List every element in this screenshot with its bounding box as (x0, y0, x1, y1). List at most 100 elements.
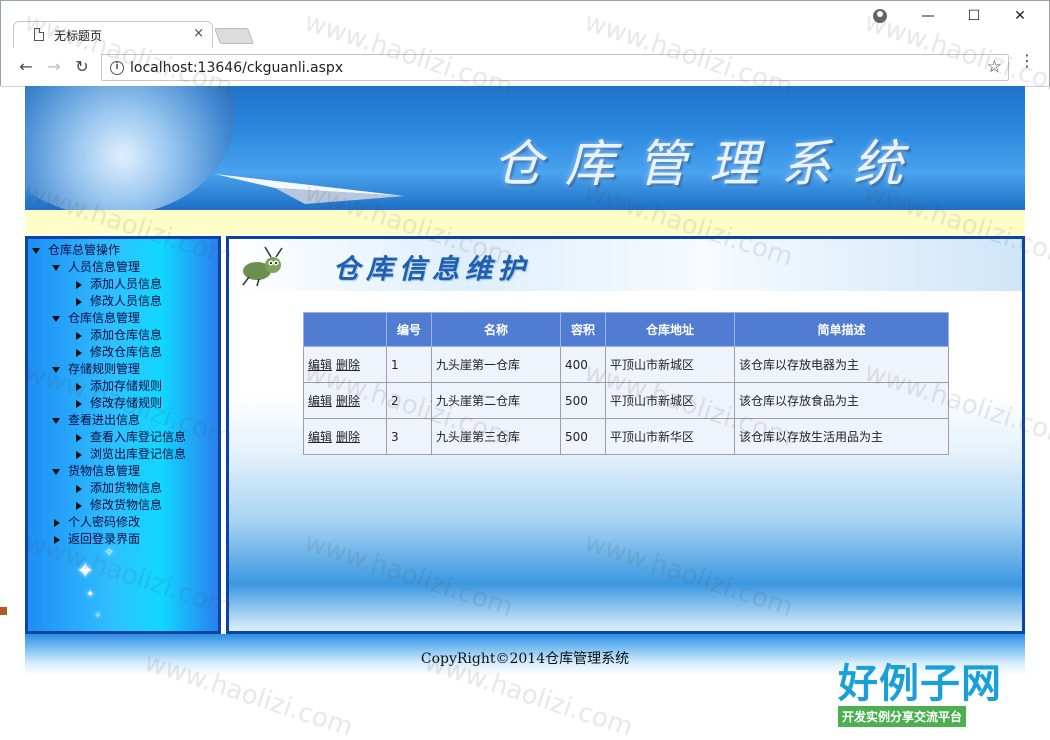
caret-right-icon[interactable] (76, 297, 82, 306)
sidebar-item-label[interactable]: 查看入库登记信息 (90, 430, 186, 444)
actions-cell: 编辑 删除 (303, 382, 387, 419)
section-title: 仓库信息维护 (333, 254, 531, 285)
column-header-actions (303, 312, 387, 347)
info-icon[interactable]: i (110, 61, 124, 75)
caret-right-icon[interactable] (54, 518, 60, 527)
table-row: 编辑 删除 2 九头崖第二仓库 500 平顶山市新城区 该仓库以存放食品为主 (303, 382, 949, 419)
caret-right-icon[interactable] (76, 501, 82, 510)
edge-mark (0, 607, 7, 615)
caret-down-icon[interactable] (52, 417, 60, 424)
edit-link[interactable]: 编辑 (308, 358, 332, 372)
table-header-row: 编号 名称 容积 仓库地址 简单描述 (303, 312, 949, 347)
sidebar-item-label[interactable]: 返回登录界面 (68, 532, 140, 546)
bookmark-star-icon[interactable]: ☆ (987, 57, 1002, 77)
caret-down-icon[interactable] (32, 247, 40, 254)
address-bar[interactable]: i localhost:13646/ckguanli.aspx ☆ (101, 54, 1009, 81)
caret-right-icon[interactable] (76, 348, 82, 357)
cell-address: 平顶山市新华区 (605, 418, 735, 455)
sidebar-item[interactable]: 添加仓库信息 (32, 327, 186, 344)
back-button[interactable]: ← (15, 56, 37, 78)
tab-close-icon[interactable]: × (193, 26, 204, 41)
sidebar-item-label[interactable]: 添加存储规则 (90, 379, 162, 393)
sidebar-item-label[interactable]: 查看进出信息 (68, 413, 140, 427)
cell-address: 平顶山市新城区 (605, 382, 735, 419)
page-content: 仓库管理系统 仓库总管操作 人员信息管理 添加人员信息 修改人员信息 仓库信息管理 添加仓… (25, 86, 1025, 686)
caret-right-icon[interactable] (76, 433, 82, 442)
sidebar-item[interactable]: 添加货物信息 (32, 480, 186, 497)
delete-link[interactable]: 删除 (336, 394, 360, 408)
sidebar-item-label[interactable]: 修改存储规则 (90, 396, 162, 410)
minimize-button[interactable]: — (905, 5, 951, 27)
sidebar-item-label[interactable]: 修改人员信息 (90, 294, 162, 308)
sidebar-item-label[interactable]: 仓库信息管理 (68, 311, 140, 325)
sidebar-item-label[interactable]: 添加货物信息 (90, 481, 162, 495)
sidebar-item-label[interactable]: 修改仓库信息 (90, 345, 162, 359)
cell-desc: 该仓库以存放电器为主 (734, 346, 949, 383)
sidebar-item[interactable]: 浏览出库登记信息 (32, 446, 186, 463)
sidebar-item-label[interactable]: 浏览出库登记信息 (90, 447, 186, 461)
close-window-button[interactable]: ✕ (997, 5, 1043, 27)
sidebar-item-label[interactable]: 人员信息管理 (68, 260, 140, 274)
new-tab-button[interactable] (214, 28, 254, 44)
sidebar-item[interactable]: 修改货物信息 (32, 497, 186, 514)
caret-down-icon[interactable] (52, 468, 60, 475)
cell-desc: 该仓库以存放生活用品为主 (734, 418, 949, 455)
nav-tree: 仓库总管操作人员信息管理添加人员信息 修改人员信息仓库信息管理添加仓库信息 修改仓库… (32, 242, 186, 548)
account-icon[interactable] (873, 9, 887, 23)
sidebar-item-label[interactable]: 仓库总管操作 (48, 243, 120, 257)
caret-right-icon[interactable] (54, 535, 60, 544)
cell-desc: 该仓库以存放食品为主 (734, 382, 949, 419)
table-row: 编辑 删除 3 九头崖第三仓库 500 平顶山市新华区 该仓库以存放生活用品为主 (303, 418, 949, 455)
caret-right-icon[interactable] (76, 382, 82, 391)
reload-button[interactable]: ↻ (71, 56, 93, 78)
column-header-volume: 容积 (560, 312, 606, 347)
caret-right-icon[interactable] (76, 450, 82, 459)
sidebar-nav: 仓库总管操作人员信息管理添加人员信息 修改人员信息仓库信息管理添加仓库信息 修改仓库… (25, 236, 221, 634)
delete-link[interactable]: 删除 (336, 358, 360, 372)
planet-graphic (25, 86, 235, 210)
document-icon (34, 28, 44, 41)
cell-id: 2 (386, 382, 432, 419)
sidebar-item[interactable]: 修改存储规则 (32, 395, 186, 412)
sparkle-icon: ✧ (94, 611, 102, 621)
sidebar-item[interactable]: 人员信息管理 (32, 259, 186, 276)
sidebar-item[interactable]: 存储规则管理 (32, 361, 186, 378)
cell-id: 1 (386, 346, 432, 383)
ant-mascot-icon (242, 246, 283, 287)
caret-right-icon[interactable] (76, 331, 82, 340)
caret-right-icon[interactable] (76, 484, 82, 493)
browser-toolbar: ← → ↻ i localhost:13646/ckguanli.aspx ☆ … (1, 48, 1049, 87)
sidebar-item-label[interactable]: 添加人员信息 (90, 277, 162, 291)
sidebar-item-label[interactable]: 修改货物信息 (90, 498, 162, 512)
sidebar-item-label[interactable]: 货物信息管理 (68, 464, 140, 478)
watermark-logo-tagline: 开发实例分享交流平台 (838, 706, 967, 727)
sidebar-item[interactable]: 仓库信息管理 (32, 310, 186, 327)
sidebar-item[interactable]: 修改仓库信息 (32, 344, 186, 361)
sidebar-item-label[interactable]: 添加仓库信息 (90, 328, 162, 342)
forward-button[interactable]: → (43, 56, 65, 78)
edit-link[interactable]: 编辑 (308, 430, 332, 444)
sidebar-item[interactable]: 查看入库登记信息 (32, 429, 186, 446)
sidebar-item[interactable]: 修改人员信息 (32, 293, 186, 310)
main-panel: 仓库信息维护 编号 名称 容积 仓库地址 简单描述 编辑 删除 1 九头崖第一仓库 40… (226, 236, 1025, 634)
caret-right-icon[interactable] (76, 280, 82, 289)
edit-link[interactable]: 编辑 (308, 394, 332, 408)
sidebar-item[interactable]: 个人密码修改 (32, 514, 186, 531)
sidebar-item[interactable]: 添加人员信息 (32, 276, 186, 293)
browser-tab[interactable]: 无标题页 × (13, 21, 213, 48)
sidebar-item-label[interactable]: 个人密码修改 (68, 515, 140, 529)
delete-link[interactable]: 删除 (336, 430, 360, 444)
caret-down-icon[interactable] (52, 366, 60, 373)
sidebar-item[interactable]: 查看进出信息 (32, 412, 186, 429)
sparkle-icon: ✧ (104, 545, 115, 559)
sidebar-item-label[interactable]: 存储规则管理 (68, 362, 140, 376)
maximize-button[interactable]: ☐ (951, 5, 997, 27)
caret-right-icon[interactable] (76, 399, 82, 408)
caret-down-icon[interactable] (52, 264, 60, 271)
sidebar-item[interactable]: 仓库总管操作 (32, 242, 186, 259)
caret-down-icon[interactable] (52, 315, 60, 322)
browser-menu-icon[interactable]: ⋮ (1019, 53, 1035, 76)
column-header-id: 编号 (386, 312, 432, 347)
sidebar-item[interactable]: 添加存储规则 (32, 378, 186, 395)
sidebar-item[interactable]: 货物信息管理 (32, 463, 186, 480)
